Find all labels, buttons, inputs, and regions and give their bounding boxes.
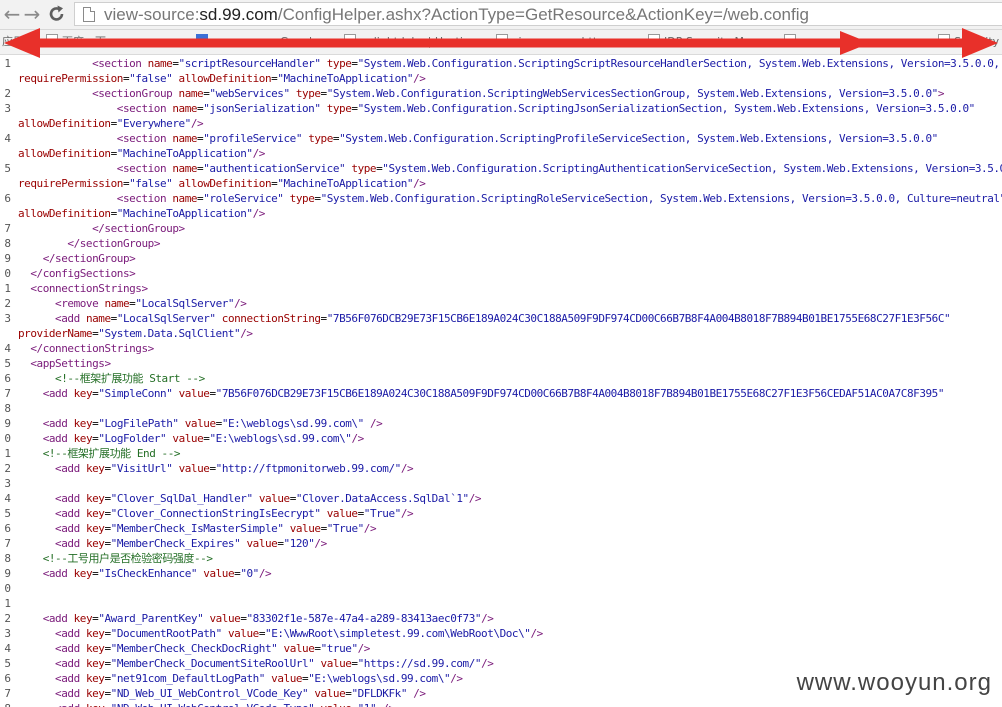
url-text[interactable]: view-source:sd.99.com/ConfigHelper.ashx?… bbox=[104, 4, 809, 26]
source-line: <add key="Clover_SqlDal_Handler" value="… bbox=[55, 492, 482, 505]
source-line: allowDefinition="MachineToApplication"/> bbox=[18, 147, 265, 160]
line-number: 5 bbox=[4, 357, 11, 370]
line-number: 8 bbox=[4, 237, 11, 250]
line-number: 8 bbox=[4, 552, 11, 565]
source-line: <section name="roleService" type="System… bbox=[116, 192, 1002, 205]
source-line: <add key="MemberCheck_Expires" value="12… bbox=[55, 537, 327, 550]
source-line: <add key="net91com_DefaultLogPath" value… bbox=[55, 672, 463, 685]
source-line: providerName="System.Data.SqlClient"/> bbox=[18, 327, 253, 340]
source-line: <add key="ND_Web_UI_WebControl_VCode_Key… bbox=[55, 687, 426, 700]
page-icon bbox=[83, 7, 95, 22]
line-number: 3 bbox=[4, 312, 11, 325]
source-line: <add key="SimpleConn" value="7B56F076DCB… bbox=[42, 387, 945, 400]
url-path: /ConfigHelper.ashx?ActionType=GetResourc… bbox=[277, 5, 809, 24]
line-number: 4 bbox=[4, 642, 11, 655]
source-line: </connectionStrings> bbox=[30, 342, 154, 355]
source-line: </configSections> bbox=[30, 267, 136, 280]
source-line: <add key="MemberCheck_CheckDocRight" val… bbox=[55, 642, 370, 655]
source-line: <add key="MemberCheck_DocumentSiteRoolUr… bbox=[55, 657, 494, 670]
url-prefix: view-source: bbox=[104, 5, 200, 24]
source-line: <add key="MemberCheck_IsMasterSimple" va… bbox=[55, 522, 377, 535]
line-number: 6 bbox=[4, 522, 11, 535]
line-number: 2 bbox=[4, 462, 11, 475]
line-number: 0 bbox=[4, 432, 11, 445]
source-line: allowDefinition="MachineToApplication"/> bbox=[18, 207, 265, 220]
line-number: 7 bbox=[4, 387, 11, 400]
source-line: requirePermission="false" allowDefinitio… bbox=[18, 177, 426, 190]
reload-icon[interactable] bbox=[47, 3, 67, 25]
line-number: 1 bbox=[4, 447, 11, 460]
source-line: <add key="ND_Web_UI_WebControl_VCode_Typ… bbox=[18, 701, 395, 707]
view-source-content: 1 <section name="scriptResourceHandler" … bbox=[0, 55, 1002, 707]
line-number: 9 bbox=[4, 417, 11, 430]
source-line: <!--框架扩展功能 End --> bbox=[18, 447, 181, 460]
line-number: 1 bbox=[4, 57, 11, 70]
annotation-arrow-head-left bbox=[4, 28, 40, 58]
source-line: <add key="LogFolder" value="E:\weblogs\s… bbox=[42, 432, 365, 445]
source-line: <add key="VisitUrl" value="http://ftpmon… bbox=[55, 462, 414, 475]
source-line: <remove name="LocalSqlServer"/> bbox=[55, 297, 247, 310]
line-number: 7 bbox=[4, 687, 11, 700]
source-line: allowDefinition="Everywhere"/> bbox=[18, 117, 204, 130]
source-line: <!--工号用户是否检验密码强度--> bbox=[18, 552, 213, 565]
line-number: 3 bbox=[4, 102, 11, 115]
line-number: 7 bbox=[4, 222, 11, 235]
source-line: <add key="IsCheckEnhance" value="0"/> bbox=[42, 567, 272, 580]
source-line: requirePermission="false" allowDefinitio… bbox=[18, 72, 426, 85]
line-number: 5 bbox=[4, 657, 11, 670]
line-number: 9 bbox=[4, 567, 11, 580]
source-line: </sectionGroup> bbox=[92, 222, 185, 235]
line-number: 7 bbox=[4, 537, 11, 550]
line-number: 1 bbox=[4, 597, 11, 610]
source-line: </sectionGroup> bbox=[67, 237, 160, 250]
line-number: 2 bbox=[4, 612, 11, 625]
line-number: 2 bbox=[4, 297, 11, 310]
source-line: <add key="DocumentRootPath" value="E:\Ww… bbox=[55, 627, 543, 640]
reload-icon-glyph bbox=[49, 5, 64, 21]
line-number: 8 bbox=[4, 402, 11, 415]
source-line: <section name="authenticationService" ty… bbox=[116, 162, 1002, 175]
line-number: 4 bbox=[4, 342, 11, 355]
line-number: 1 bbox=[4, 282, 11, 295]
line-number: 6 bbox=[4, 192, 11, 205]
line-number: 0 bbox=[4, 267, 11, 280]
watermark: www.wooyun.org bbox=[796, 669, 992, 696]
source-line: <add key="Clover_ConnectionStringIsEecry… bbox=[55, 507, 414, 520]
back-arrow-icon[interactable]: ← bbox=[2, 3, 22, 25]
line-number: 5 bbox=[4, 507, 11, 520]
source-line: <section name="scriptResourceHandler" ty… bbox=[92, 57, 1000, 70]
source-line: <add key="Award_ParentKey" value="83302f… bbox=[42, 612, 494, 625]
line-number: 3 bbox=[4, 477, 11, 490]
line-number: 6 bbox=[4, 372, 11, 385]
line-number: 8 bbox=[0, 701, 11, 707]
source-line: </sectionGroup> bbox=[42, 252, 136, 265]
line-number: 5 bbox=[4, 162, 11, 175]
forward-arrow-icon[interactable]: → bbox=[22, 3, 42, 25]
line-number: 9 bbox=[4, 252, 11, 265]
annotation-arrow-head-right bbox=[962, 28, 998, 58]
line-number: 4 bbox=[4, 492, 11, 505]
source-line: <section name="profileService" type="Sys… bbox=[116, 132, 939, 145]
source-line: <add name="LocalSqlServer" connectionStr… bbox=[55, 312, 951, 325]
line-number: 0 bbox=[4, 582, 11, 595]
annotation-arrow-head-mid bbox=[840, 31, 870, 55]
source-line: <appSettings> bbox=[30, 357, 111, 370]
line-number: 6 bbox=[4, 672, 11, 685]
url-host: sd.99.com bbox=[199, 5, 278, 24]
source-line: <!--框架扩展功能 Start --> bbox=[18, 372, 205, 385]
source-line: <add key="LogFilePath" value="E:\weblogs… bbox=[42, 417, 383, 430]
line-number: 4 bbox=[4, 132, 11, 145]
line-number: 2 bbox=[4, 87, 11, 100]
address-bar[interactable]: view-source:sd.99.com/ConfigHelper.ashx?… bbox=[74, 2, 1002, 26]
source-line: <section name="jsonSerialization" type="… bbox=[116, 102, 976, 115]
line-number: 3 bbox=[4, 627, 11, 640]
source-line: <connectionStrings> bbox=[30, 282, 148, 295]
source-line: <sectionGroup name="webServices" type="S… bbox=[92, 87, 945, 100]
